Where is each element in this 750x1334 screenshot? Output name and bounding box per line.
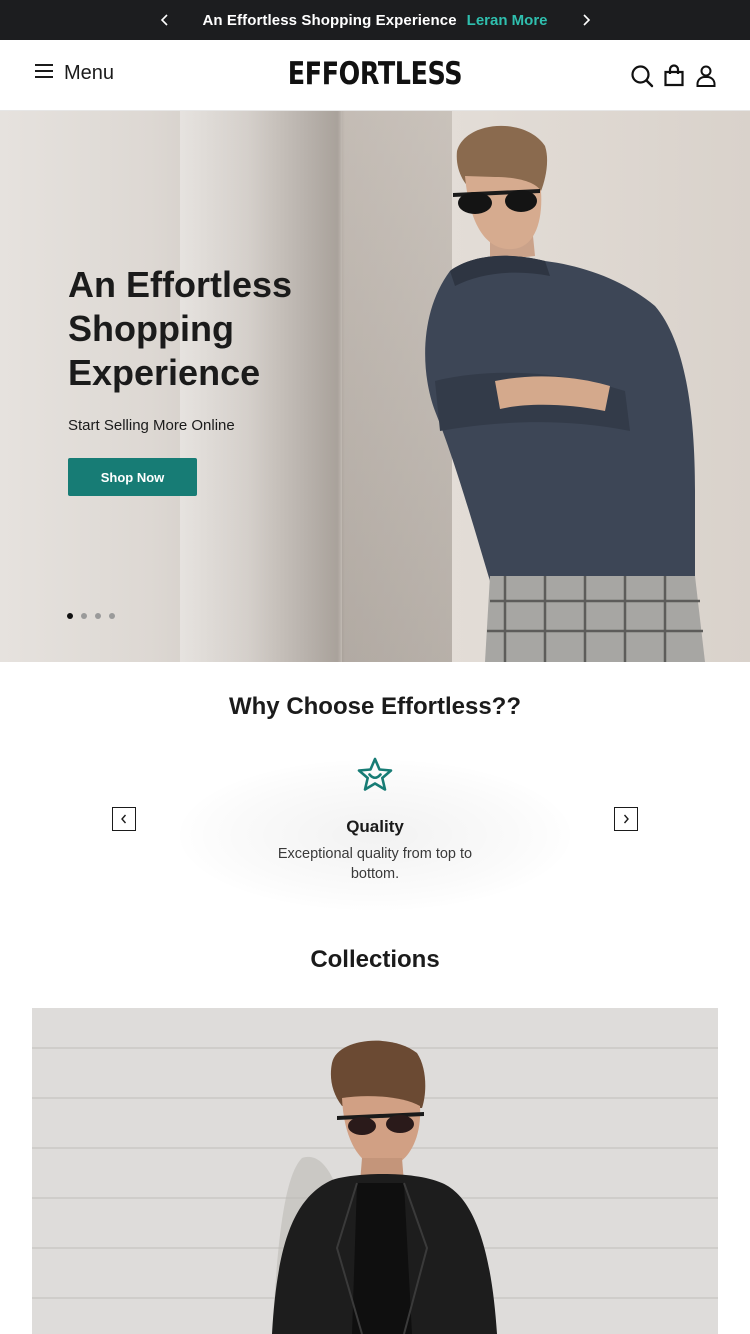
cart-bag-icon[interactable]: [662, 64, 686, 88]
announcement-text: An Effortless Shopping Experience: [202, 11, 457, 29]
logo[interactable]: EFFORTLESS: [68, 56, 683, 92]
account-icon[interactable]: [694, 64, 718, 88]
site-header: Menu EFFORTLESS: [0, 40, 750, 111]
slider-dot-4[interactable]: [109, 613, 115, 619]
chevron-left-icon[interactable]: [157, 12, 173, 28]
feature-title: Quality: [346, 817, 404, 836]
slider-dot-2[interactable]: [81, 613, 87, 619]
collection-card[interactable]: [32, 1008, 718, 1334]
hero-model-image: [425, 125, 705, 662]
feature-card: Quality Exceptional quality from top to …: [150, 740, 600, 910]
slider-dot-3[interactable]: [95, 613, 101, 619]
collections-title: Collections: [310, 946, 440, 973]
feature-prev-button[interactable]: [112, 807, 136, 831]
hero-title-line: An Effortless: [68, 264, 293, 305]
search-icon[interactable]: [630, 64, 654, 88]
chevron-left-icon: [121, 814, 127, 824]
announcement-link[interactable]: Leran More: [467, 12, 548, 29]
slider-dot-1[interactable]: [67, 613, 73, 619]
feature-next-button[interactable]: [614, 807, 638, 831]
slider-dots: [67, 613, 115, 619]
why-section-title: Why Choose Effortless??: [228, 693, 522, 720]
hero-title-line: Experience: [68, 352, 261, 393]
hero-title: An Effortless Shopping Experience: [68, 263, 368, 395]
collection-image: [32, 1008, 718, 1334]
hero-subtitle: Start Selling More Online: [68, 417, 235, 434]
shop-now-button[interactable]: Shop Now: [68, 458, 197, 496]
chevron-right-icon[interactable]: [578, 12, 594, 28]
star-smile-icon: [356, 756, 394, 794]
hero-banner: An Effortless Shopping Experience Start …: [0, 111, 750, 662]
chevron-right-icon: [623, 814, 629, 824]
feature-description: Exceptional quality from top to bottom.: [277, 846, 473, 882]
announcement-bar: An Effortless Shopping Experience Leran …: [0, 0, 750, 40]
hero-title-line: Shopping: [68, 308, 234, 349]
hamburger-icon: [34, 63, 54, 84]
